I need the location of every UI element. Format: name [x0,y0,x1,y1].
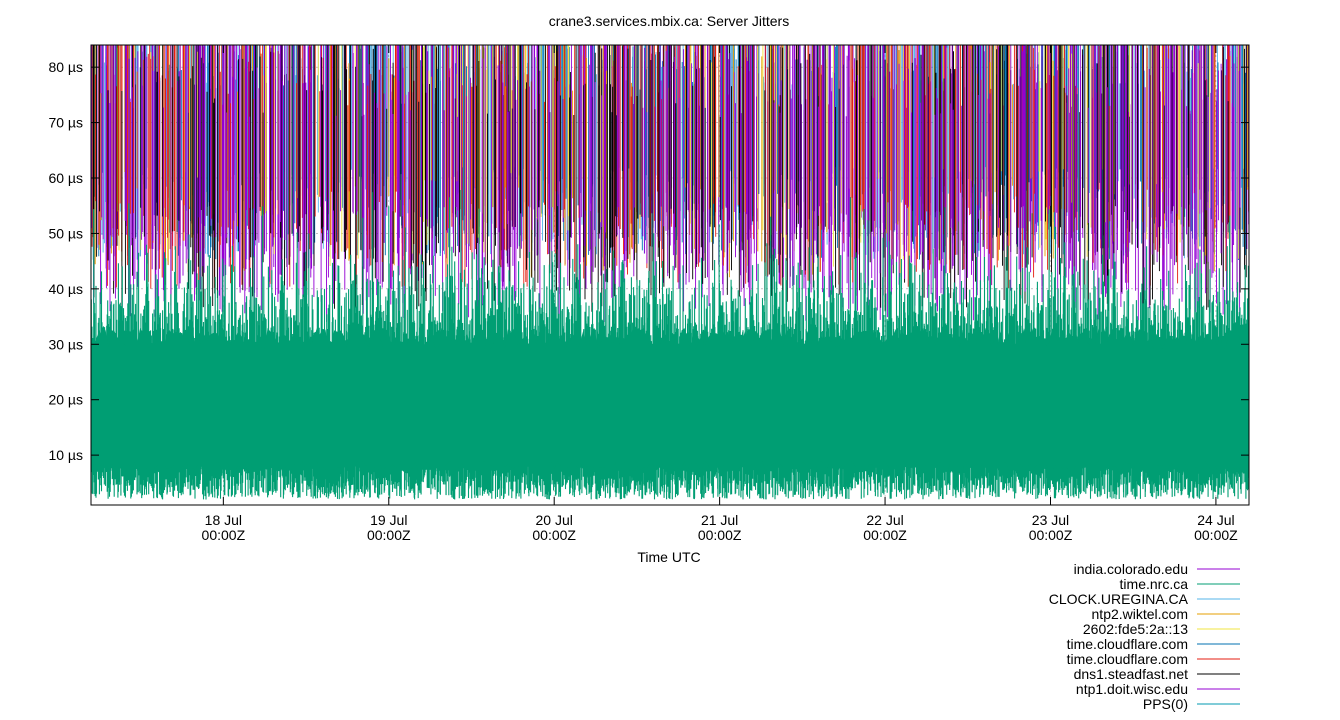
jitter-chart: crane3.services.mbix.ca: Server Jitters … [48,13,1250,712]
y-tick-label: 70 µs [48,115,83,131]
y-tick-label: 80 µs [48,59,83,75]
y-tick-label: 40 µs [48,281,83,297]
x-axis-label: Time UTC [637,549,700,565]
legend-label: ntp1.doit.wisc.edu [1076,681,1188,697]
y-tick-label: 60 µs [48,170,83,186]
x-tick-label-date: 24 Jul [1197,512,1234,528]
y-tick-label: 20 µs [48,392,83,408]
x-tick-label-date: 23 Jul [1032,512,1069,528]
x-tick-label-date: 20 Jul [536,512,573,528]
plot-area [91,45,1249,500]
chart-title: crane3.services.mbix.ca: Server Jitters [549,13,789,29]
legend-label: india.colorado.edu [1074,561,1188,577]
x-tick-label-time: 00:00Z [367,527,411,543]
legend-label: time.cloudflare.com [1067,636,1188,652]
x-tick-label-time: 00:00Z [1194,527,1238,543]
x-tick-label-time: 00:00Z [863,527,907,543]
x-tick-label-time: 00:00Z [698,527,742,543]
x-tick-label-date: 22 Jul [866,512,903,528]
y-tick-label: 30 µs [48,336,83,352]
x-tick-label-time: 00:00Z [532,527,576,543]
legend-label: 2602:fde5:2a::13 [1083,621,1188,637]
y-tick-label: 10 µs [48,447,83,463]
legend-label: time.nrc.ca [1120,576,1189,592]
legend-label: dns1.steadfast.net [1074,666,1189,682]
x-tick-label-time: 00:00Z [202,527,246,543]
x-tick-label-date: 21 Jul [701,512,738,528]
legend-label: ntp2.wiktel.com [1092,606,1188,622]
legend: india.colorado.edutime.nrc.caCLOCK.UREGI… [1049,561,1240,712]
x-tick-label-time: 00:00Z [1029,527,1073,543]
x-tick-label-date: 18 Jul [205,512,242,528]
legend-label: time.cloudflare.com [1067,651,1188,667]
legend-label: CLOCK.UREGINA.CA [1049,591,1189,607]
series-band [91,327,1249,472]
legend-label: PPS(0) [1143,696,1188,712]
y-tick-label: 50 µs [48,225,83,241]
x-tick-label-date: 19 Jul [370,512,407,528]
